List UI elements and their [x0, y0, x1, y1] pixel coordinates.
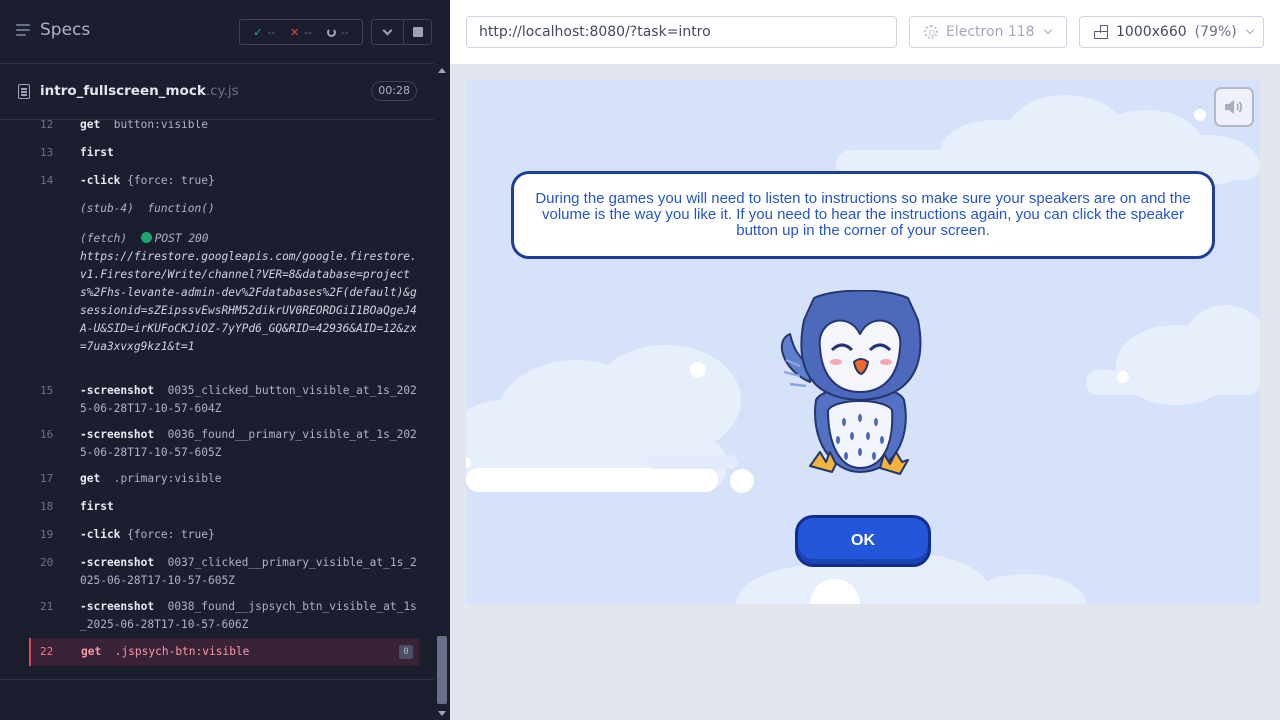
stub-row[interactable]: (stub-4) function()	[30, 200, 420, 218]
command-name: first	[80, 500, 114, 513]
collapse-button[interactable]	[371, 19, 404, 45]
instructions-text: During the games you will need to listen…	[535, 190, 1191, 239]
passed-stat: ✓ --	[253, 26, 275, 39]
chevron-down-icon	[1245, 25, 1254, 35]
spinner-icon	[326, 27, 336, 37]
command-name: get	[81, 645, 102, 658]
command-number: 16	[40, 428, 54, 441]
owl-mascot-image	[780, 290, 922, 475]
fetch-url: https://firestore.googleapis.com/google.…	[80, 250, 417, 353]
command-name: -screenshot	[80, 600, 155, 613]
command-name: -screenshot	[80, 556, 155, 569]
scroll-down-arrow-icon[interactable]	[438, 711, 446, 716]
command-row[interactable]: 20 -screenshot 0037_clicked__primary_vis…	[30, 554, 420, 590]
viewport-size: 1000x660	[1116, 24, 1187, 40]
command-row[interactable]: 21 -screenshot 0038_found__jspsych_btn_v…	[30, 598, 420, 634]
command-number: 21	[40, 600, 54, 613]
command-row[interactable]: 19 -click {force: true}	[30, 526, 420, 544]
command-arg: .jspsych-btn:visible	[114, 645, 250, 658]
hamburger-icon	[16, 24, 32, 36]
reporter-footer-divider	[0, 679, 434, 680]
app-under-test-frame: During the games you will need to listen…	[466, 80, 1260, 604]
stop-icon	[412, 27, 423, 37]
command-number: 18	[40, 500, 54, 513]
specs-toggle[interactable]: Specs	[16, 20, 90, 40]
reporter-header: Specs ✓ -- ✕ -- --	[0, 0, 434, 64]
chevron-down-icon	[1043, 25, 1052, 35]
reporter-panel: Specs ✓ -- ✕ -- -- intro_fullscreen_mock…	[0, 0, 450, 720]
speaker-button[interactable]	[1214, 87, 1254, 127]
url-input[interactable]	[466, 16, 897, 48]
command-row[interactable]: 16 -screenshot 0036_found__primary_visib…	[30, 426, 420, 462]
command-arg: button:visible	[113, 120, 208, 131]
command-name: -screenshot	[80, 428, 155, 441]
command-log: 12 get button:visible 13 first 14 -click…	[0, 120, 434, 678]
test-stats: ✓ -- ✕ -- --	[239, 19, 363, 45]
chevron-down-icon	[382, 25, 393, 35]
aut-header: Electron 118 1000x660 (79%)	[450, 0, 1280, 64]
command-number: 15	[40, 384, 54, 397]
command-arg: {force: true}	[127, 528, 215, 541]
spec-file-name[interactable]: intro_fullscreen_mock.cy.js	[40, 83, 239, 99]
command-number: 22	[40, 645, 54, 658]
command-arg: {force: true}	[127, 174, 215, 187]
status-dot-icon	[140, 232, 152, 243]
command-number: 14	[40, 174, 54, 187]
gear-icon	[924, 25, 938, 39]
ok-button[interactable]: OK	[795, 515, 931, 567]
command-number: 17	[40, 472, 54, 485]
command-name: -screenshot	[80, 384, 155, 397]
scroll-up-arrow-icon[interactable]	[438, 68, 446, 73]
browser-label: Electron 118	[946, 24, 1035, 40]
command-log-scrollbar[interactable]	[434, 64, 450, 720]
spec-name-text: intro_fullscreen_mock	[40, 83, 206, 99]
specs-title-label: Specs	[40, 20, 91, 40]
ruler-icon	[1094, 25, 1108, 39]
command-row[interactable]: 17 get .primary:visible	[30, 470, 420, 488]
spec-duration: 00:28	[371, 81, 417, 101]
command-name: first	[80, 146, 114, 159]
stub-label: (stub-4)	[80, 202, 134, 215]
viewport-scale: (79%)	[1194, 24, 1237, 40]
command-row[interactable]: 12 get button:visible	[30, 120, 420, 134]
pending-count: --	[340, 25, 349, 39]
command-name: -click	[80, 174, 121, 187]
fetch-label: (fetch)	[80, 232, 128, 245]
file-icon	[18, 84, 30, 99]
command-number: 12	[40, 120, 54, 131]
command-row[interactable]: 14 -click {force: true}	[30, 172, 420, 190]
command-name: get	[80, 120, 101, 131]
stop-button[interactable]	[404, 19, 432, 45]
fetch-status: POST 200	[154, 232, 209, 245]
speaker-icon	[1225, 100, 1243, 114]
command-number: 13	[40, 146, 54, 159]
command-name: get	[80, 472, 101, 485]
passed-count: --	[267, 25, 276, 39]
failed-stat: ✕ --	[290, 26, 312, 39]
command-arg: .primary:visible	[113, 472, 222, 485]
viewport-select[interactable]: 1000x660 (79%)	[1079, 16, 1264, 48]
failed-count: --	[304, 25, 313, 39]
element-count-badge: 0	[399, 645, 413, 659]
command-number: 19	[40, 528, 54, 541]
browser-select[interactable]: Electron 118	[909, 16, 1067, 48]
command-name: -click	[80, 528, 121, 541]
command-row[interactable]: 15 -screenshot 0035_clicked_button_visib…	[30, 382, 420, 418]
command-row[interactable]: 18 first	[30, 498, 420, 516]
spec-file-header: intro_fullscreen_mock.cy.js 00:28	[0, 65, 434, 120]
stub-function: function()	[147, 202, 215, 215]
command-row[interactable]: 13 first	[30, 144, 420, 162]
instructions-dialog: During the games you will need to listen…	[511, 171, 1215, 259]
check-icon: ✓	[253, 25, 263, 39]
failed-command-row[interactable]: 22 get .jspsych-btn:visible 0	[29, 638, 419, 666]
scroll-thumb[interactable]	[437, 636, 447, 704]
fetch-row[interactable]: (fetch) POST 200 https://firestore.googl…	[30, 230, 420, 356]
spec-ext-text: .cy.js	[205, 83, 239, 99]
x-icon: ✕	[290, 25, 300, 39]
pending-stat: --	[326, 25, 349, 39]
command-number: 20	[40, 556, 54, 569]
